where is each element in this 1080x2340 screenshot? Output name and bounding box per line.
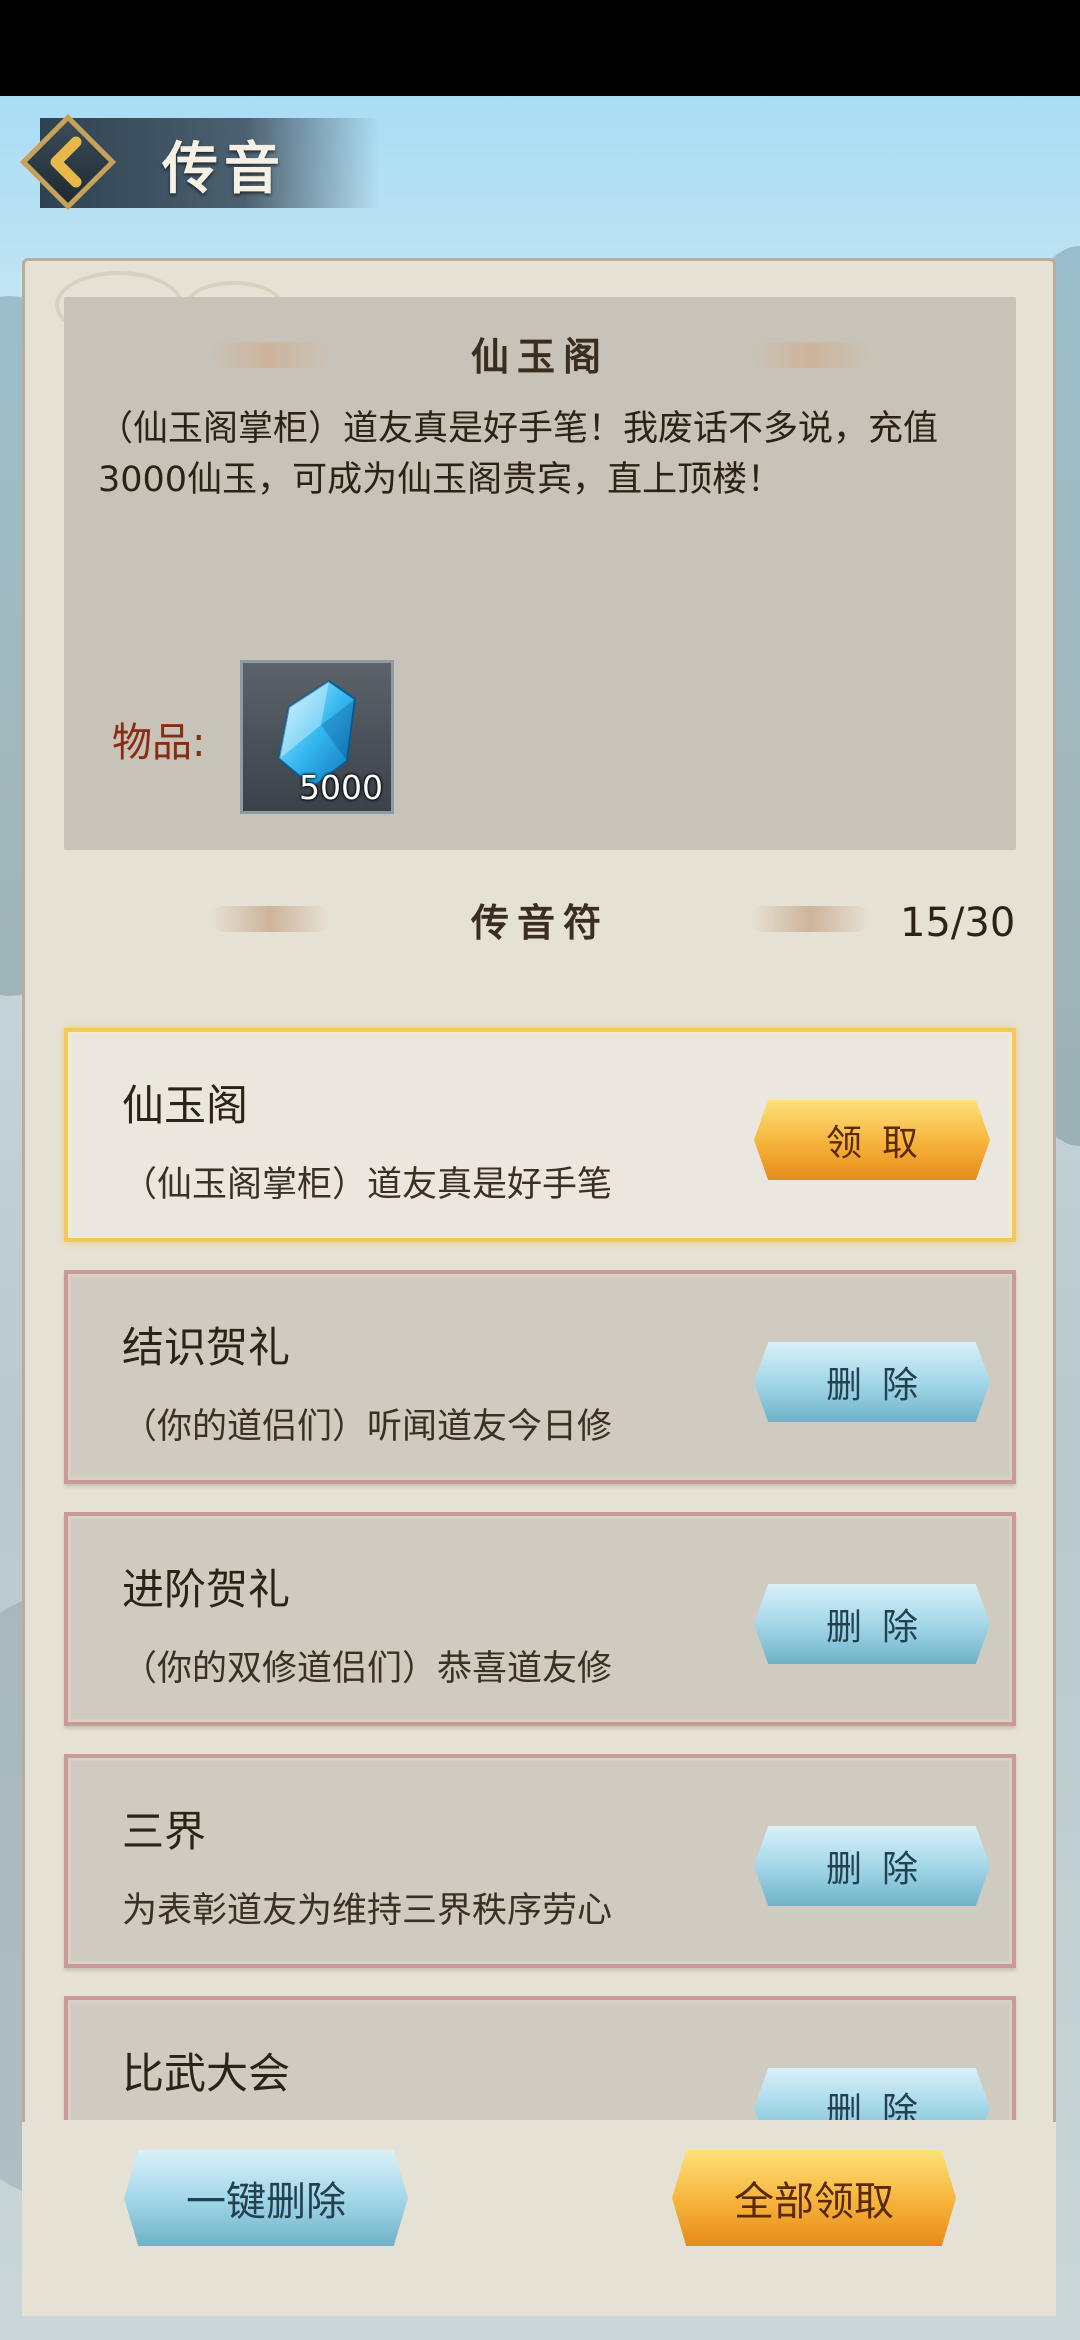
mail-item[interactable]: 结识贺礼 （你的道侣们）听闻道友今日修 删除 xyxy=(64,1270,1016,1484)
items-label: 物品: xyxy=(112,720,206,766)
mail-preview: （你的双修道侣们）恭喜道友修 xyxy=(122,1649,613,1689)
header-bar: 传音 xyxy=(0,96,1080,226)
list-title: 传音符 xyxy=(470,900,609,945)
mail-list[interactable]: 仙玉阁 （仙玉阁掌柜）道友真是好手笔 领取 结识贺礼 （你的道侣们）听闻道友今日… xyxy=(22,1000,1056,2120)
detail-body: （仙玉阁掌柜）道友真是好手笔！我废话不多说，充值3000仙玉，可成为仙玉阁贵宾，… xyxy=(98,409,939,500)
chevron-left-icon xyxy=(50,136,82,188)
delete-button[interactable]: 删除 xyxy=(754,1584,990,1664)
delete-button[interactable]: 删除 xyxy=(754,1342,990,1422)
mail-preview: （你的道侣们）听闻道友今日修 xyxy=(122,1407,613,1447)
detail-title: 仙玉阁 xyxy=(470,334,609,379)
mail-title: 三界 xyxy=(122,1807,207,1856)
delete-button[interactable]: 删除 xyxy=(754,2068,990,2120)
item-quantity: 5000 xyxy=(299,768,383,807)
delete-button[interactable]: 删除 xyxy=(754,1826,990,1906)
mail-item[interactable]: 比武大会 删除 xyxy=(64,1996,1016,2120)
mail-count: 15/30 xyxy=(900,900,1016,946)
mail-item[interactable]: 三界 为表彰道友为维持三界秩序劳心 删除 xyxy=(64,1754,1016,1968)
mail-preview: 为表彰道友为维持三界秩序劳心 xyxy=(122,1891,613,1931)
page-title: 传音 xyxy=(162,136,286,202)
claim-button[interactable]: 领取 xyxy=(754,1100,990,1180)
mail-title: 仙玉阁 xyxy=(122,1081,249,1130)
item-slot[interactable]: 5000 xyxy=(240,660,394,814)
delete-all-button[interactable]: 一键删除 xyxy=(124,2150,408,2246)
mail-title: 比武大会 xyxy=(122,2049,291,2098)
mail-title: 进阶贺礼 xyxy=(122,1565,291,1614)
mail-item[interactable]: 进阶贺礼 （你的双修道侣们）恭喜道友修 删除 xyxy=(64,1512,1016,1726)
claim-all-button[interactable]: 全部领取 xyxy=(672,2150,956,2246)
mail-item[interactable]: 仙玉阁 （仙玉阁掌柜）道友真是好手笔 领取 xyxy=(64,1028,1016,1242)
mail-preview: （仙玉阁掌柜）道友真是好手笔 xyxy=(122,1165,613,1205)
mail-title: 结识贺礼 xyxy=(122,1323,291,1372)
status-bar xyxy=(0,0,1080,96)
back-button[interactable] xyxy=(19,113,117,211)
